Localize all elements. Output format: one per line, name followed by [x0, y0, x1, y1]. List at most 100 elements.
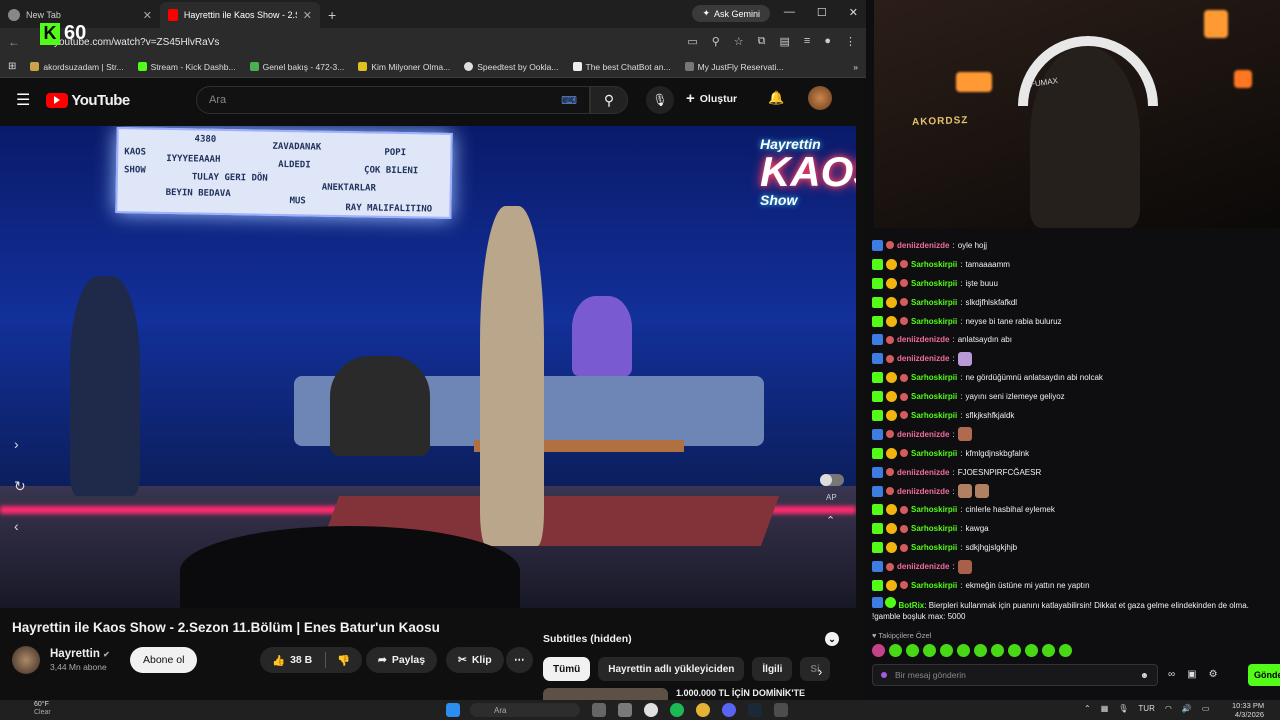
bookmark-item[interactable]: Kim Milyoner Olma... — [358, 62, 450, 72]
tray-app-icon[interactable]: ▦ — [1101, 704, 1109, 713]
windows-start-icon[interactable] — [446, 703, 460, 717]
chat-username[interactable]: deniizdenizde — [897, 468, 949, 477]
chip-all[interactable]: Tümü — [543, 657, 591, 681]
chat-username[interactable]: Sarhoskirpii — [911, 411, 957, 420]
chip-truncated[interactable]: Si — [800, 657, 831, 681]
zoom-icon[interactable]: ⚲ — [712, 35, 720, 48]
bookmark-item[interactable]: akordsuzadam | Str... — [30, 62, 124, 72]
keyboard-icon[interactable]: ⌨ — [561, 94, 577, 107]
emote-icon[interactable] — [1025, 644, 1038, 657]
chat-username[interactable]: deniizdenizde — [897, 335, 949, 344]
emote-icon[interactable] — [872, 644, 885, 657]
chat-username[interactable]: Sarhoskirpii — [911, 581, 957, 590]
chat-username[interactable]: deniizdenizde — [897, 241, 949, 250]
subtitles-panel-header[interactable]: Subtitles (hidden) ⌄ — [543, 629, 839, 649]
notifications-bell-icon[interactable]: 🔔 — [768, 90, 784, 106]
like-button[interactable]: 👍 38 B 👎 — [260, 647, 363, 673]
tab-youtube[interactable]: Hayrettin ile Kaos Show - 2.Sezon ✕ — [160, 2, 320, 28]
chip-uploader[interactable]: Hayrettin adlı yükleyiciden — [598, 657, 745, 681]
chat-username[interactable]: Sarhoskirpii — [911, 449, 957, 458]
sidepanel-icon[interactable]: ▤ — [780, 35, 790, 48]
back-chevron-icon[interactable]: ‹ — [14, 518, 19, 534]
steam-icon[interactable] — [748, 703, 762, 717]
app-icon[interactable] — [618, 703, 632, 717]
chat-username[interactable]: deniizdenizde — [897, 354, 949, 363]
autoplay-toggle[interactable] — [820, 474, 844, 486]
more-actions-button[interactable]: ⋯ — [506, 647, 533, 673]
spotify-icon[interactable] — [670, 703, 684, 717]
close-tab-icon[interactable]: ✕ — [143, 9, 152, 22]
channel-name[interactable]: Hayrettin ✔ — [50, 648, 110, 660]
chat-username[interactable]: Sarhoskirpii — [911, 260, 957, 269]
previous-chevron-icon[interactable]: › — [14, 436, 19, 452]
profile-icon[interactable]: ● — [824, 35, 831, 48]
chat-username[interactable]: Sarhoskirpii — [911, 392, 957, 401]
send-button[interactable]: Gönder — [1248, 664, 1280, 686]
volume-icon[interactable]: 🔊 — [1182, 704, 1192, 713]
star-icon[interactable]: ☆ — [734, 35, 744, 48]
bookmark-item[interactable]: Genel bakış - 472-3... — [249, 62, 344, 72]
settings-icon[interactable]: ⚙ — [1209, 669, 1218, 680]
bookmark-item[interactable]: The best ChatBot an... — [572, 62, 671, 72]
close-tab-icon[interactable]: ✕ — [303, 9, 312, 22]
discord-icon[interactable] — [722, 703, 736, 717]
emote-icon[interactable] — [906, 644, 919, 657]
wifi-icon[interactable]: ◠ — [1165, 704, 1172, 713]
chips-next-chevron-icon[interactable]: › — [818, 664, 822, 679]
chat-username[interactable]: Sarhoskirpii — [911, 524, 957, 533]
chevron-down-icon[interactable]: ⌄ — [825, 632, 839, 646]
emote-icon[interactable] — [991, 644, 1004, 657]
github-icon[interactable] — [644, 703, 658, 717]
clock[interactable]: 10:33 PM 4/3/2026 — [1232, 701, 1264, 719]
menu-icon[interactable]: ≡ — [804, 35, 810, 48]
share-button[interactable]: ➦ Paylaş — [366, 647, 438, 673]
back-icon[interactable]: ← — [8, 35, 20, 49]
gift-icon[interactable]: ▣ — [1187, 669, 1196, 680]
chat-input[interactable]: Bir mesaj gönderin ☻ — [872, 664, 1158, 686]
create-button[interactable]: + Oluştur — [686, 90, 737, 107]
emoji-icon[interactable]: ☻ — [1140, 670, 1149, 680]
kebab-menu-icon[interactable]: ⋮ — [845, 35, 856, 48]
expand-chevron-icon[interactable]: ⌃ — [826, 514, 835, 527]
chat-username[interactable]: Sarhoskirpii — [911, 279, 957, 288]
weather-widget[interactable]: 60°F Clear — [34, 701, 51, 717]
up-next-item[interactable]: 1.000.000 TL İÇİN DOMİNİK'TE — [543, 688, 839, 700]
chip-related[interactable]: İlgili — [752, 657, 793, 681]
emote-icon[interactable] — [1008, 644, 1021, 657]
chat-username[interactable]: deniizdenizde — [897, 562, 949, 571]
chat-username[interactable]: Sarhoskirpii — [911, 298, 957, 307]
refresh-icon[interactable]: ↻ — [14, 478, 26, 495]
chat-username[interactable]: deniizdenizde — [897, 430, 949, 439]
chat-username[interactable]: BotRix — [898, 601, 924, 610]
chat-username[interactable]: Sarhoskirpii — [911, 373, 957, 382]
emote-icon[interactable] — [1059, 644, 1072, 657]
clip-button[interactable]: ✂ Klip — [446, 647, 504, 673]
chat-username[interactable]: Sarhoskirpii — [911, 505, 957, 514]
chat-username[interactable]: deniizdenizde — [897, 487, 949, 496]
battery-icon[interactable]: ▭ — [1202, 704, 1210, 713]
bookmark-item[interactable]: Speedtest by Ookla... — [464, 62, 559, 72]
search-input[interactable]: Ara ⌨ — [196, 86, 590, 114]
bookmark-item[interactable]: Stream - Kick Dashb... — [137, 62, 236, 72]
ask-gemini-button[interactable]: ✦ Ask Gemini — [692, 5, 770, 22]
points-icon[interactable]: ∞ — [1168, 669, 1175, 680]
apps-icon[interactable]: ⊞ — [8, 61, 16, 72]
language-indicator[interactable]: TUR — [1138, 704, 1154, 713]
chat-username[interactable]: Sarhoskirpii — [911, 317, 957, 326]
search-button[interactable]: ⚲ — [590, 86, 628, 114]
youtube-logo[interactable]: YouTube — [46, 92, 130, 109]
emote-icon[interactable] — [1042, 644, 1055, 657]
emote-icon[interactable] — [957, 644, 970, 657]
bookmark-item[interactable]: My JustFly Reservati... — [684, 62, 784, 72]
taskbar-search[interactable]: Ara — [470, 703, 580, 717]
voice-search-icon[interactable]: 🎙 — [646, 86, 674, 114]
app-icon[interactable] — [592, 703, 606, 717]
maximize-icon[interactable]: ☐ — [817, 6, 827, 19]
avatar[interactable] — [808, 86, 832, 110]
minimize-icon[interactable]: — — [784, 6, 795, 19]
channel-avatar[interactable] — [12, 646, 40, 674]
extensions-icon[interactable]: ⧉ — [758, 35, 766, 48]
emote-icon[interactable] — [974, 644, 987, 657]
hamburger-menu-icon[interactable]: ☰ — [16, 90, 30, 110]
chrome-icon[interactable] — [696, 703, 710, 717]
